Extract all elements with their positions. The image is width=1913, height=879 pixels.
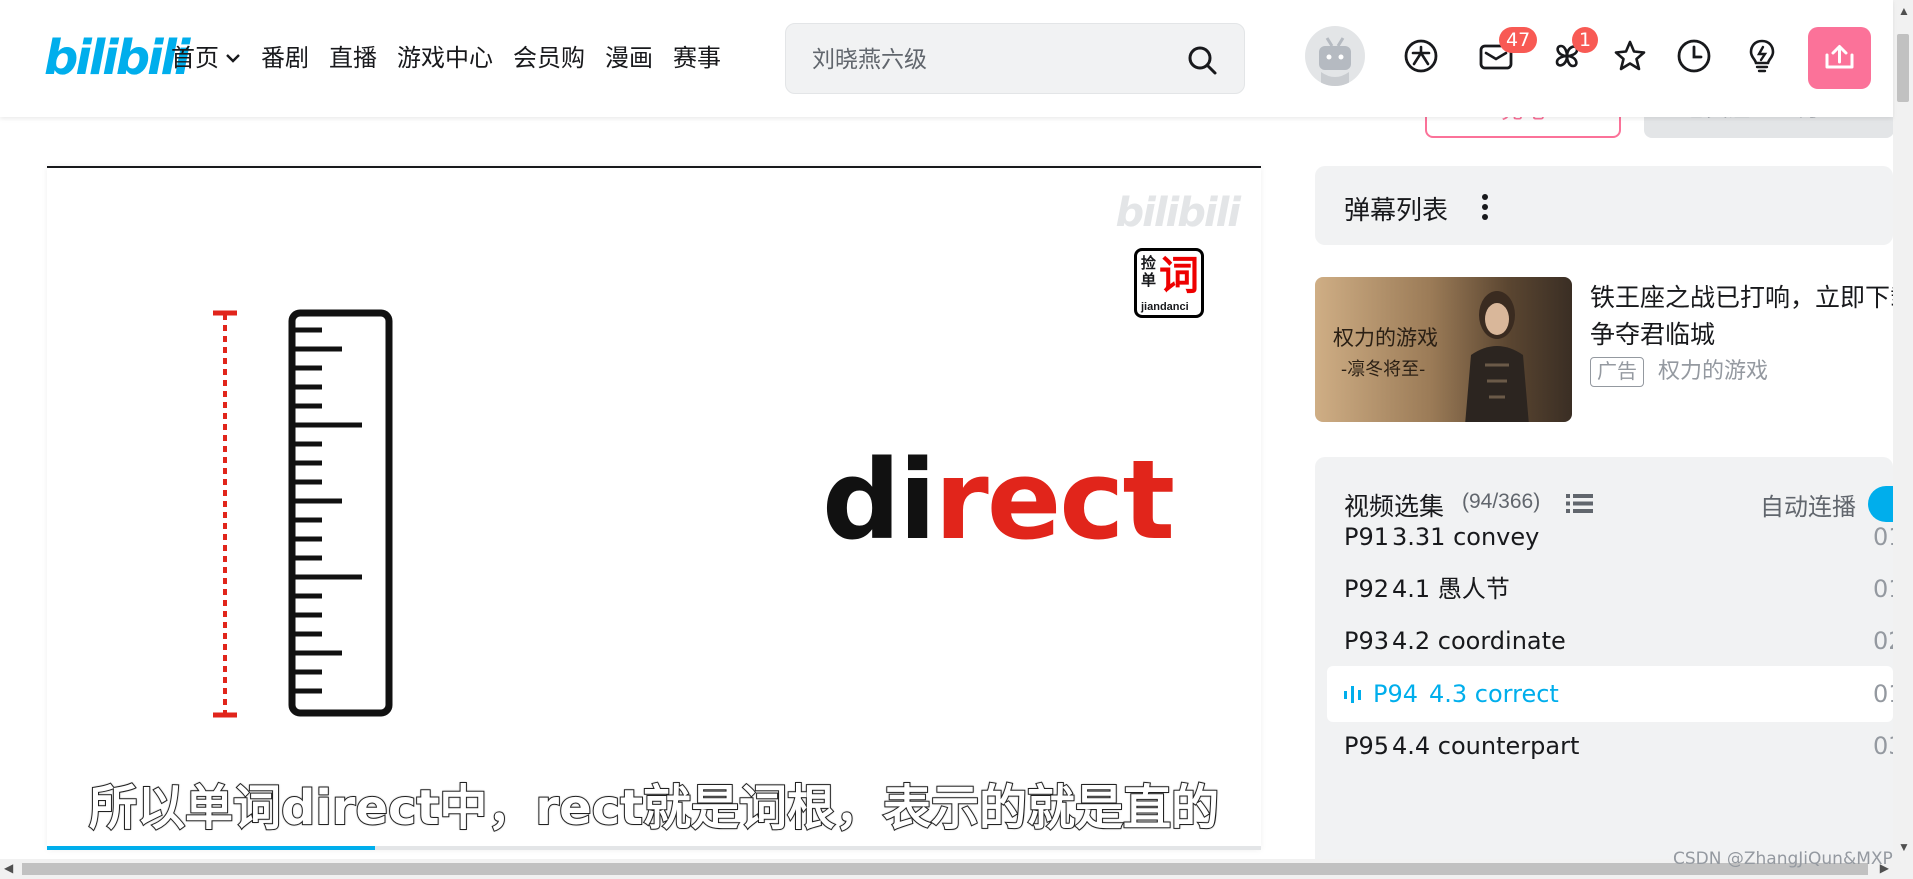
nav-home-label: 首页 — [171, 44, 219, 72]
vertical-scroll-thumb[interactable] — [1897, 34, 1909, 102]
word-root: rect — [934, 436, 1175, 564]
ad-source[interactable]: 权力的游戏 — [1658, 357, 1768, 385]
nav-anime[interactable]: 番剧 — [261, 42, 309, 74]
horizontal-scrollbar[interactable]: ◀ ▶ — [0, 859, 1893, 879]
episode-duration: 01: — [1873, 523, 1893, 551]
episode-list: 视频选集 (94/366) 自动连播 P91 3.31 convey 01: P… — [1315, 457, 1893, 879]
episode-name: 4.3 correct — [1429, 680, 1559, 708]
episode-duration: 01: — [1873, 680, 1893, 708]
avatar[interactable] — [1305, 26, 1365, 86]
ad-image-title: 权力的游戏 — [1333, 326, 1438, 350]
vip-icon[interactable] — [1403, 38, 1439, 74]
nav-game-center[interactable]: 游戏中心 — [397, 42, 493, 74]
ad-title-line1: 铁王座之战已打响，立即下载 — [1590, 283, 1893, 312]
more-dots-icon[interactable] — [1480, 192, 1490, 222]
episode-duration: 02: — [1873, 627, 1893, 655]
search-icon[interactable] — [1186, 44, 1218, 76]
ad-title-line2: 争夺君临城 — [1590, 320, 1716, 349]
episode-code: P93 — [1344, 627, 1390, 655]
chevron-down-icon — [225, 42, 241, 74]
ad-image-subtitle: -凛冬将至- — [1341, 359, 1426, 380]
channel-logo-right: 词 — [1159, 254, 1199, 298]
episode-item[interactable]: P93 4.2 coordinate 02: — [1327, 613, 1893, 669]
channel-logo-bottom: jiandanci — [1141, 301, 1189, 313]
episode-item[interactable]: P95 4.4 counterpart 03: — [1327, 718, 1893, 774]
ruler-illustration — [213, 309, 393, 718]
episode-code: P94 — [1373, 680, 1419, 708]
ad-image[interactable]: 权力的游戏 -凛冬将至- — [1315, 277, 1572, 422]
top-header: bilibili 首页 番剧 直播 游戏中心 会员购 漫画 赛事 刘晓燕六级 4… — [0, 0, 1893, 117]
episode-code: P91 — [1344, 523, 1390, 551]
ad-tag: 广告 — [1590, 357, 1644, 387]
horizontal-scroll-thumb[interactable] — [22, 863, 1868, 875]
featured-word: direct — [822, 430, 1175, 570]
upload-button[interactable] — [1808, 27, 1871, 89]
video-player[interactable]: bilibili 捡单 词 jiandanci direct 所以单词direc… — [47, 166, 1261, 850]
creation-icon[interactable] — [1744, 38, 1780, 74]
episode-item-active[interactable]: P94 4.3 correct 01: — [1327, 666, 1893, 722]
ad-character-illustration — [1465, 291, 1529, 422]
search-input[interactable] — [810, 42, 1174, 78]
episode-name: 4.2 coordinate — [1392, 627, 1566, 655]
scroll-down-arrow-icon[interactable]: ▼ — [1898, 840, 1910, 854]
episode-code: P95 — [1344, 732, 1390, 760]
nav-live[interactable]: 直播 — [329, 42, 377, 74]
main-nav: 首页 番剧 直播 游戏中心 会员购 漫画 赛事 — [171, 42, 741, 74]
episode-duration: 01: — [1873, 575, 1893, 603]
history-icon[interactable] — [1676, 38, 1712, 74]
search-bar — [785, 23, 1245, 94]
scroll-left-arrow-icon[interactable]: ◀ — [4, 861, 13, 875]
danmaku-title: 弹幕列表 — [1344, 196, 1449, 226]
episode-name: 4.4 counterpart — [1392, 732, 1580, 760]
scroll-up-arrow-icon[interactable]: ▲ — [1898, 4, 1910, 18]
dynamic-count-badge: 1 — [1572, 27, 1599, 53]
episode-name: 4.1 愚人节 — [1392, 575, 1510, 603]
episode-item[interactable]: P92 4.1 愚人节 01: — [1327, 561, 1893, 617]
episode-code: P92 — [1344, 575, 1390, 603]
danmaku-list-header[interactable]: 弹幕列表 — [1315, 166, 1893, 245]
video-subtitle: 所以单词direct中，rect就是词根，表示的就是直的 — [88, 779, 1220, 837]
progress-fill — [47, 846, 375, 850]
episode-duration: 03: — [1873, 732, 1893, 760]
playing-indicator-icon — [1344, 686, 1361, 703]
episode-item[interactable]: P91 3.31 convey 01: — [1327, 509, 1893, 565]
ad-title[interactable]: 铁王座之战已打响，立即下载 争夺君临城 — [1590, 279, 1893, 353]
favorite-icon[interactable] — [1612, 38, 1648, 74]
message-count-badge: 47 — [1499, 27, 1538, 53]
channel-logo-left: 捡单 — [1141, 255, 1157, 289]
nav-member-shop[interactable]: 会员购 — [513, 42, 585, 74]
nav-esports[interactable]: 赛事 — [673, 42, 721, 74]
vertical-scrollbar[interactable]: ▲ ▼ — [1893, 0, 1913, 879]
player-watermark: bilibili — [1115, 190, 1241, 236]
nav-manga[interactable]: 漫画 — [605, 42, 653, 74]
upload-icon — [1825, 45, 1854, 69]
bilibili-logo[interactable]: bilibili — [44, 30, 190, 86]
episode-name: 3.31 convey — [1392, 523, 1540, 551]
csdn-watermark: CSDN @ZhangJiQun&MXP — [1673, 849, 1893, 869]
avatar-tv-icon — [1319, 37, 1351, 86]
word-prefix: di — [822, 436, 936, 564]
nav-home[interactable]: 首页 — [171, 42, 241, 74]
channel-logo: 捡单 词 jiandanci — [1134, 248, 1204, 318]
